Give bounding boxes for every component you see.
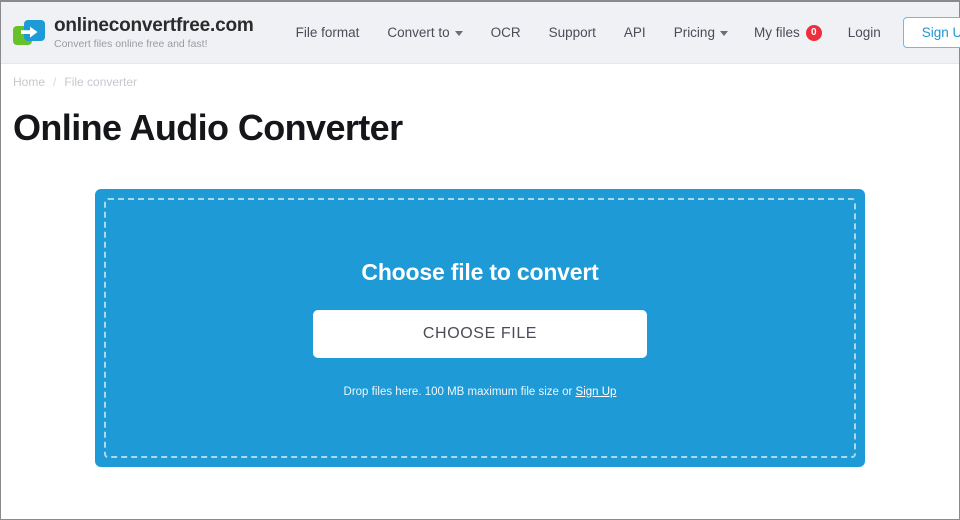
nav-item-convert-to[interactable]: Convert to [373, 19, 476, 46]
main-navigation: File format Convert to OCR Support API P… [282, 19, 742, 46]
brand-logo[interactable]: onlineconvertfree.com Convert files onli… [13, 16, 254, 50]
nav-item-ocr[interactable]: OCR [477, 19, 535, 46]
header-actions: My files 0 Login Sign Up [742, 17, 960, 48]
page-title: Online Audio Converter [13, 107, 403, 148]
site-header: onlineconvertfree.com Convert files onli… [1, 2, 960, 64]
nav-item-support[interactable]: Support [535, 19, 610, 46]
dropzone-heading: Choose file to convert [361, 258, 599, 285]
convert-arrow-logo-icon [13, 19, 45, 46]
nav-item-pricing[interactable]: Pricing [660, 19, 742, 46]
nav-item-file-format[interactable]: File format [282, 19, 374, 46]
nav-label: API [623, 25, 646, 40]
nav-label: Pricing [673, 25, 715, 40]
arrow-icon [21, 26, 38, 38]
dropzone-signup-link[interactable]: Sign Up [576, 386, 617, 398]
breadcrumb-item-home[interactable]: Home [13, 75, 45, 89]
dropzone-hint: Drop files here. 100 MB maximum file siz… [344, 386, 617, 398]
my-files-count-badge: 0 [805, 24, 822, 41]
sign-up-button[interactable]: Sign Up [902, 17, 960, 48]
choose-file-button[interactable]: CHOOSE FILE [313, 309, 647, 358]
breadcrumb-item-file-converter[interactable]: File converter [64, 75, 137, 89]
chevron-down-icon [719, 31, 728, 36]
my-files-label: My files [753, 25, 800, 40]
nav-label: OCR [490, 25, 521, 40]
brand-name: onlineconvertfree.com [54, 14, 254, 36]
brand-tagline: Convert files online free and fast! [54, 37, 208, 50]
breadcrumb: Home / File converter [1, 64, 959, 89]
file-dropzone[interactable]: Choose file to convert CHOOSE FILE Drop … [95, 189, 865, 467]
nav-item-api[interactable]: API [610, 19, 660, 46]
dropzone-hint-text: Drop files here. 100 MB maximum file siz… [343, 385, 576, 398]
nav-label: File format [295, 25, 360, 40]
dropzone-container: Choose file to convert CHOOSE FILE Drop … [1, 149, 959, 467]
login-link[interactable]: Login [834, 19, 895, 46]
my-files-link[interactable]: My files 0 [742, 19, 834, 47]
nav-label: Support [548, 25, 596, 40]
breadcrumb-separator: / [53, 75, 57, 89]
chevron-down-icon [454, 31, 463, 36]
nav-label: Convert to [387, 25, 450, 40]
